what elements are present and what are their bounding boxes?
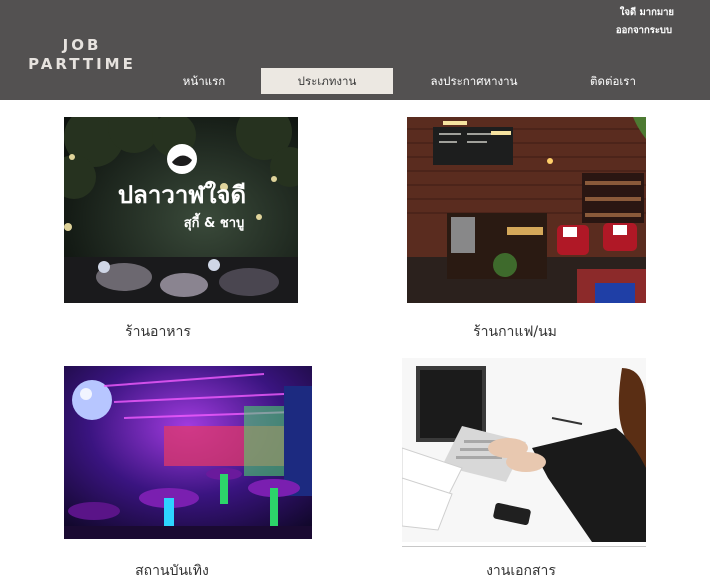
cafe-photo — [407, 117, 646, 303]
nightclub-photo — [64, 366, 312, 539]
nav-post-job[interactable]: ลงประกาศหางาน — [412, 68, 536, 94]
restaurant-image[interactable]: ปลาวาฬใจดี สุกี้ & ชาบู — [64, 117, 298, 303]
site-header: JOB PARTTIME ใจดี มากมาย ออกจากระบบ หน้า… — [0, 0, 710, 100]
logo-line-2: PARTTIME — [28, 55, 136, 73]
category-label-entertainment[interactable]: สถานบันเทิง — [64, 560, 280, 582]
category-label-cafe[interactable]: ร้านกาแฟ/นม — [442, 321, 588, 343]
nav-job-types[interactable]: ประเภทงาน — [261, 68, 393, 94]
entertainment-image[interactable] — [64, 366, 312, 539]
document-work-image[interactable] — [402, 358, 646, 542]
card-divider — [402, 546, 646, 547]
logout-link[interactable]: ออกจากระบบ — [616, 23, 672, 38]
logo-line-1: JOB — [62, 36, 102, 54]
office-photo — [402, 358, 646, 542]
site-logo[interactable]: JOB PARTTIME — [22, 36, 142, 74]
restaurant-sign-title: ปลาวาฬใจดี — [118, 180, 246, 209]
nav-contact[interactable]: ติดต่อเรา — [570, 68, 656, 94]
cafe-image[interactable] — [407, 117, 646, 303]
user-name[interactable]: ใจดี มากมาย — [620, 5, 674, 20]
category-label-restaurant[interactable]: ร้านอาหาร — [64, 321, 252, 343]
restaurant-photo: ปลาวาฬใจดี สุกี้ & ชาบู — [64, 117, 298, 303]
nav-home[interactable]: หน้าแรก — [160, 68, 248, 94]
category-label-documents[interactable]: งานเอกสาร — [446, 560, 596, 582]
